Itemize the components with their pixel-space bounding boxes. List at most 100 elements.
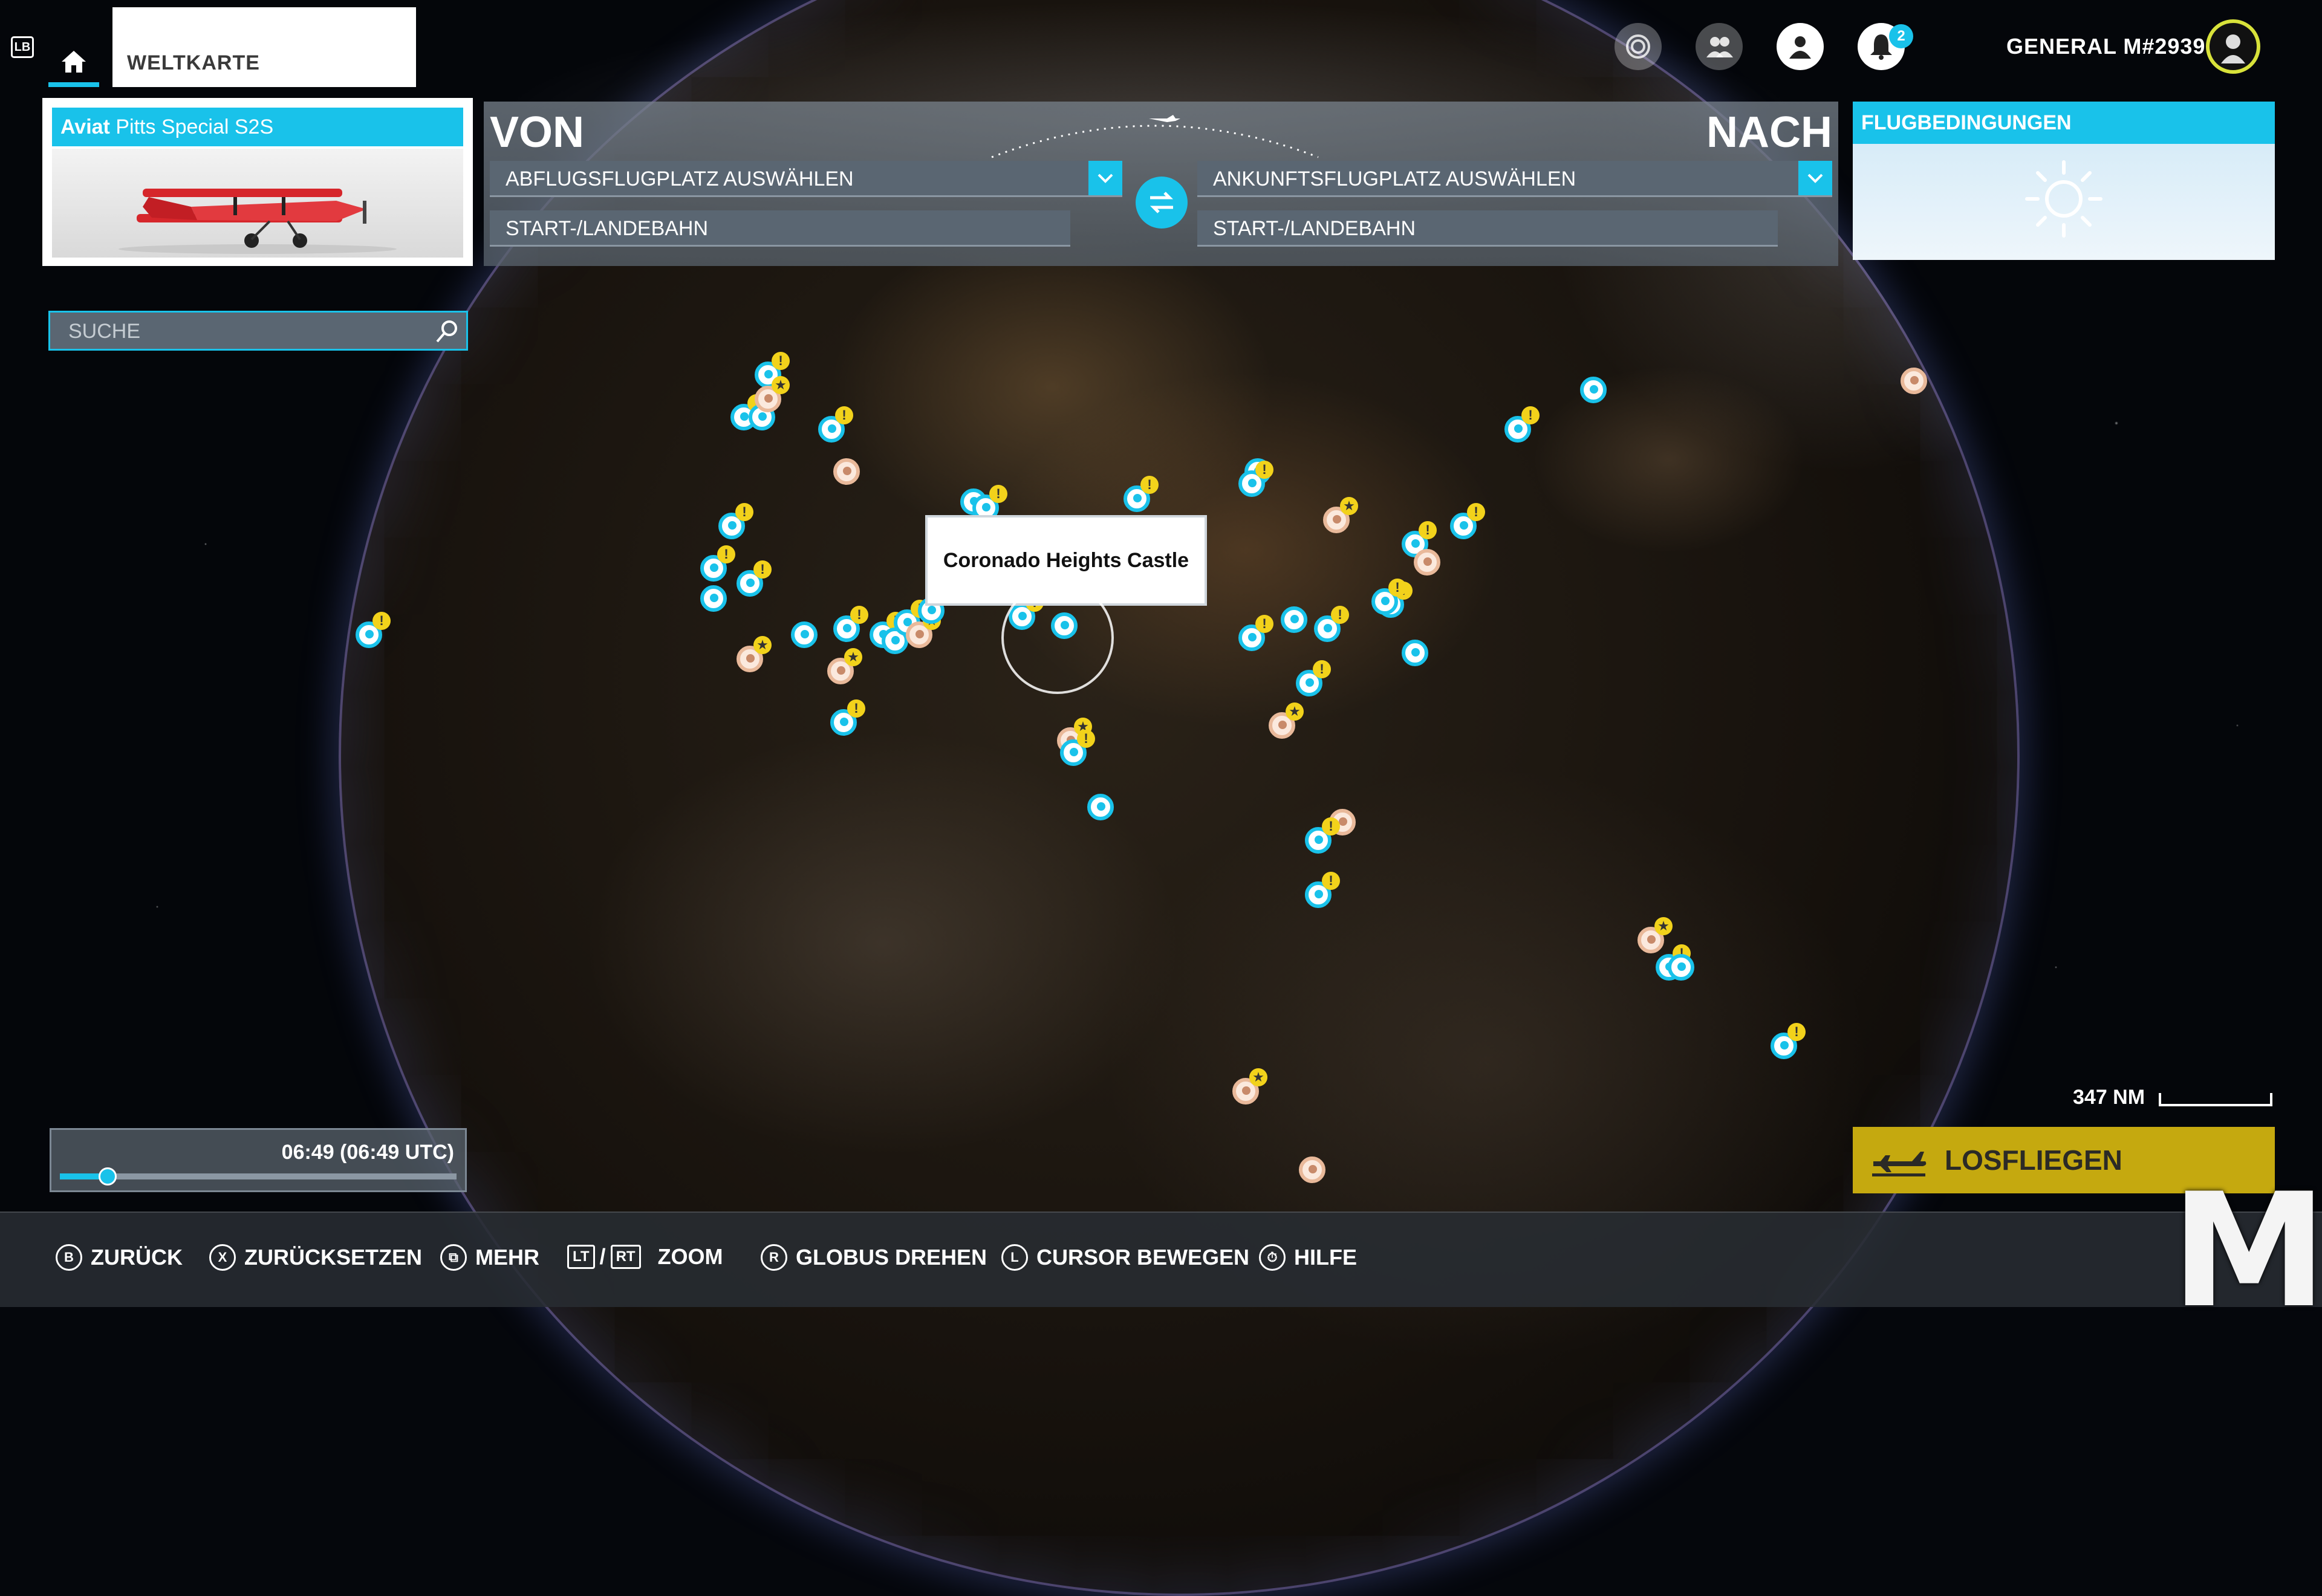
alert-badge-icon: !: [735, 503, 753, 521]
airport-marker[interactable]: !: [700, 545, 735, 582]
star-badge-icon: ★: [753, 636, 772, 654]
hint-reset[interactable]: X ZURÜCKSETZEN: [209, 1244, 422, 1271]
airport-marker[interactable]: [1087, 794, 1114, 820]
airport-marker[interactable]: !: [1305, 817, 1340, 854]
alert-badge-icon: !: [1521, 406, 1540, 424]
airport-marker[interactable]: [1281, 606, 1307, 633]
airport-marker[interactable]: !: [1305, 872, 1340, 908]
airport-marker[interactable]: !: [833, 606, 868, 642]
hint-help[interactable]: ⏱ HILFE: [1259, 1244, 1357, 1271]
airport-marker[interactable]: [1580, 377, 1607, 403]
alert-badge-icon: !: [835, 406, 853, 424]
map-marker-layer: !!★!!!!★!!!★★!!!!!★!★!!!!!!!!★!!★!!★!: [0, 0, 2322, 1306]
alert-badge-icon: !: [1322, 817, 1340, 835]
poi-marker[interactable]: [1299, 1156, 1325, 1183]
location-pin-icon: [1668, 954, 1694, 981]
hint-rotate-label: GLOBUS DREHEN: [796, 1245, 987, 1270]
poi-marker[interactable]: [1414, 549, 1440, 576]
time-slider[interactable]: [60, 1167, 457, 1186]
poi-marker[interactable]: ★: [827, 648, 862, 684]
hint-cursor-label: CURSOR BEWEGEN: [1036, 1245, 1250, 1270]
x-button-icon: X: [209, 1244, 236, 1271]
poi-marker[interactable]: ★: [1323, 497, 1358, 533]
time-slider-handle[interactable]: [98, 1167, 117, 1186]
camera-pin-icon: [1299, 1156, 1325, 1183]
takeoff-plane-icon: [1872, 1152, 1927, 1176]
fly-now-label: LOSFLIEGEN: [1945, 1144, 2122, 1176]
airport-marker[interactable]: [791, 621, 818, 648]
airport-marker[interactable]: !: [1124, 476, 1159, 512]
hint-reset-label: ZURÜCKSETZEN: [244, 1245, 422, 1270]
alert-badge-icon: !: [1255, 615, 1273, 633]
poi-marker[interactable]: [1901, 368, 1927, 394]
location-pin-icon: [700, 585, 727, 612]
alert-badge-icon: !: [847, 699, 865, 718]
left-stick-icon: L: [1001, 1244, 1028, 1271]
alert-badge-icon: !: [753, 560, 772, 579]
airport-marker[interactable]: !: [1771, 1023, 1806, 1059]
airport-marker[interactable]: [700, 585, 727, 612]
hint-zoom-label: ZOOM: [657, 1244, 723, 1269]
hint-more[interactable]: ⧉ MEHR: [440, 1244, 539, 1271]
airport-marker[interactable]: !: [356, 612, 391, 648]
location-pin-icon: [1580, 377, 1607, 403]
map-cursor: [1001, 582, 1114, 694]
rt-trigger-icon: RT: [610, 1245, 641, 1269]
airport-marker[interactable]: [1668, 954, 1694, 981]
map-scale-label: 347 NM: [2073, 1086, 2145, 1109]
alert-badge-icon: !: [1313, 660, 1331, 678]
view-button-icon: ⧉: [440, 1244, 467, 1271]
poi-marker[interactable]: ★: [1232, 1068, 1267, 1105]
alert-badge-icon: !: [1787, 1023, 1806, 1041]
alert-badge-icon: !: [1467, 503, 1485, 521]
airport-marker[interactable]: !: [1238, 461, 1273, 497]
hint-more-label: MEHR: [475, 1245, 539, 1270]
alert-badge-icon: !: [1331, 606, 1349, 624]
hint-back-label: ZURÜCK: [91, 1245, 183, 1270]
hint-rotate-globe[interactable]: R GLOBUS DREHEN: [761, 1244, 987, 1271]
controller-hints-bar: B ZURÜCK X ZURÜCKSETZEN ⧉ MEHR LT / RT Z…: [0, 1212, 2322, 1307]
airport-marker[interactable]: !: [1371, 579, 1407, 615]
hint-help-label: HILFE: [1294, 1245, 1357, 1270]
airport-marker[interactable]: !: [1450, 503, 1485, 539]
airport-marker[interactable]: !: [718, 503, 753, 539]
airport-marker[interactable]: !: [737, 560, 772, 597]
alert-badge-icon: !: [372, 612, 391, 630]
airport-marker[interactable]: !: [830, 699, 865, 736]
poi-marker[interactable]: [833, 458, 860, 485]
alert-badge-icon: !: [989, 485, 1007, 503]
airport-marker[interactable]: !: [1296, 660, 1331, 696]
location-pin-icon: [1402, 640, 1428, 666]
star-badge-icon: ★: [1340, 497, 1358, 515]
airport-marker[interactable]: [1402, 640, 1428, 666]
poi-marker[interactable]: ★: [737, 636, 772, 672]
hint-move-cursor[interactable]: L CURSOR BEWEGEN: [1001, 1244, 1249, 1271]
alert-badge-icon: !: [1322, 872, 1340, 890]
alert-badge-icon: !: [1140, 476, 1159, 494]
help-button-icon: ⏱: [1259, 1244, 1286, 1271]
poi-marker[interactable]: ★: [1269, 702, 1304, 739]
hint-zoom[interactable]: LT / RT ZOOM: [567, 1244, 723, 1270]
star-badge-icon: ★: [772, 376, 790, 394]
airport-marker[interactable]: !: [1314, 606, 1349, 642]
alert-badge-icon: !: [1388, 579, 1407, 597]
airport-marker[interactable]: !: [1238, 615, 1273, 651]
time-of-day-panel: 06:49 (06:49 UTC): [50, 1128, 467, 1192]
star-badge-icon: ★: [844, 648, 862, 666]
poi-marker[interactable]: ★: [755, 376, 790, 412]
star-badge-icon: ★: [1286, 702, 1304, 721]
time-label: 06:49 (06:49 UTC): [281, 1141, 454, 1164]
poi-marker[interactable]: ★: [1637, 917, 1673, 953]
location-pin-icon: [1087, 794, 1114, 820]
camera-pin-icon: [1901, 368, 1927, 394]
poi-marker[interactable]: ★: [906, 612, 941, 648]
alert-badge-icon: !: [1419, 521, 1437, 539]
star-badge-icon: ★: [1249, 1068, 1267, 1086]
hint-back[interactable]: B ZURÜCK: [56, 1244, 183, 1271]
airport-marker[interactable]: !: [818, 406, 853, 443]
airport-marker[interactable]: !: [1504, 406, 1540, 443]
b-button-icon: B: [56, 1244, 82, 1271]
airport-marker[interactable]: !: [1060, 730, 1095, 766]
alert-badge-icon: !: [1077, 730, 1095, 748]
camera-pin-icon: [1414, 549, 1440, 576]
